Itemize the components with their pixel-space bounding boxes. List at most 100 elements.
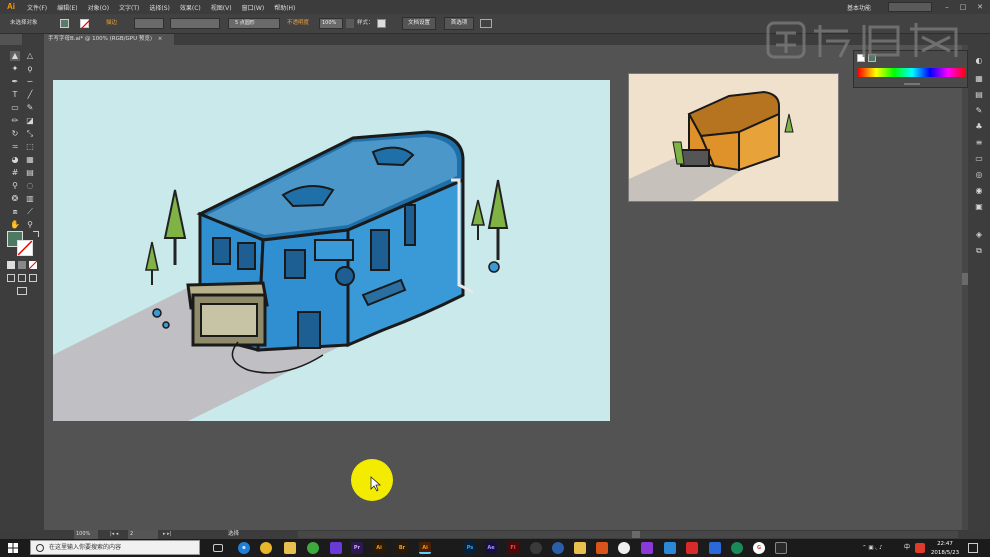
flash-app-icon[interactable]: Fl <box>507 542 519 554</box>
arrange-documents-icon[interactable] <box>480 19 492 28</box>
rotate-tool-icon[interactable]: ↻ <box>10 129 20 139</box>
lasso-tool-icon[interactable]: ϙ <box>25 64 35 74</box>
horizontal-scrollbar-thumb[interactable] <box>632 531 640 538</box>
gradient-panel-icon[interactable]: ▭ <box>974 154 984 164</box>
rectangle-tool-icon[interactable]: ▭ <box>10 103 20 113</box>
minimize-button[interactable]: – <box>942 2 952 12</box>
green-app-icon[interactable] <box>307 542 319 554</box>
image-app-icon[interactable] <box>664 542 676 554</box>
menu-view[interactable]: 视图(V) <box>206 3 237 12</box>
graph-tool-icon[interactable]: ▥ <box>25 194 35 204</box>
file-explorer-icon[interactable] <box>284 542 296 554</box>
purple-app-icon[interactable] <box>641 542 653 554</box>
color-guide-icon[interactable]: ▦ <box>974 74 984 84</box>
brush-definition-field[interactable]: 5 点圆形 <box>228 18 280 29</box>
curvature-tool-icon[interactable]: ∽ <box>25 77 35 87</box>
video-app-icon[interactable] <box>596 542 608 554</box>
stroke-swatch[interactable] <box>80 19 91 30</box>
symbols-icon[interactable]: ♣ <box>974 122 984 132</box>
edge-browser-icon[interactable]: e <box>238 542 250 554</box>
artboards-icon[interactable]: ⧉ <box>974 246 984 256</box>
blend-tool-icon[interactable]: ◌ <box>25 181 35 191</box>
draw-inside-icon[interactable] <box>29 274 37 282</box>
zoom-tool-icon[interactable]: ⚲ <box>25 220 35 230</box>
stroke-panel-icon[interactable]: ≡ <box>974 138 984 148</box>
stroke-color-box[interactable] <box>17 240 33 256</box>
task-view-icon[interactable] <box>213 544 223 552</box>
system-tray-icons[interactable]: ⌃ ▣ ◟ ♪ <box>862 544 902 553</box>
close-button[interactable]: ✕ <box>975 2 985 12</box>
google-app-icon[interactable]: G <box>753 542 765 554</box>
gradient-mode-icon[interactable] <box>18 261 26 269</box>
zoom-field[interactable]: 100% <box>74 530 98 539</box>
perspective-grid-tool-icon[interactable]: ▦ <box>25 155 35 165</box>
stroke-weight-field[interactable] <box>134 18 164 29</box>
scale-tool-icon[interactable]: ⤡ <box>25 129 35 139</box>
symbol-sprayer-tool-icon[interactable]: ❂ <box>10 194 20 204</box>
media-player-icon[interactable] <box>330 542 342 554</box>
line-tool-icon[interactable]: ╱ <box>25 90 35 100</box>
input-method-indicator[interactable]: 中 <box>904 539 910 557</box>
brushes-icon[interactable]: ✎ <box>974 106 984 116</box>
after-effects-app-icon[interactable]: Ae <box>485 542 497 554</box>
transparency-icon[interactable]: ◎ <box>974 170 984 180</box>
magic-wand-tool-icon[interactable]: ✦ <box>10 64 20 74</box>
mail-app-icon[interactable] <box>731 542 743 554</box>
artboard[interactable] <box>53 80 610 421</box>
document-tab[interactable]: 手写字母B.ai* @ 100% (RGB/GPU 预览) × <box>44 34 174 45</box>
artboard-navigation-next[interactable]: ▸ ▸| <box>163 531 177 538</box>
globe-app-icon[interactable] <box>552 542 564 554</box>
layers-icon[interactable]: ◈ <box>974 230 984 240</box>
menu-edit[interactable]: 编辑(E) <box>52 3 82 12</box>
appearance-icon[interactable]: ◉ <box>974 186 984 196</box>
illustrator-active-app-icon[interactable]: Ai <box>419 542 431 554</box>
menu-type[interactable]: 文字(T) <box>114 3 144 12</box>
menu-window[interactable]: 窗口(W) <box>237 3 270 12</box>
hand-tool-icon[interactable]: ✋ <box>10 220 20 230</box>
mesh-tool-icon[interactable]: # <box>10 168 20 178</box>
shape-builder-tool-icon[interactable]: ◕ <box>10 155 20 165</box>
horizontal-scrollbar[interactable] <box>298 531 958 538</box>
menu-help[interactable]: 帮助(H) <box>269 3 300 12</box>
gradient-tool-icon[interactable]: ▤ <box>25 168 35 178</box>
premiere-app-icon[interactable]: Pr <box>351 542 363 554</box>
fill-swatch[interactable] <box>60 19 69 28</box>
menu-object[interactable]: 对象(O) <box>83 3 114 12</box>
artboard-number-field[interactable]: 2 <box>128 530 158 539</box>
eraser-tool-icon[interactable]: ◪ <box>25 116 35 126</box>
color-mode-icon[interactable] <box>7 261 15 269</box>
paintbrush-tool-icon[interactable]: ✎ <box>25 103 35 113</box>
settings-app-icon[interactable] <box>530 542 542 554</box>
free-transform-tool-icon[interactable]: ⬚ <box>25 142 35 152</box>
pen-tool-icon[interactable]: ✒ <box>10 77 20 87</box>
photoshop-app-icon[interactable]: Ps <box>464 542 476 554</box>
document-setup-button[interactable]: 文档设置 <box>402 17 436 30</box>
sogou-ime-icon[interactable] <box>915 543 925 553</box>
preferences-button[interactable]: 首选项 <box>444 17 474 30</box>
camera-app-icon[interactable] <box>775 542 787 554</box>
reference-image[interactable] <box>628 73 839 202</box>
windows-start-icon[interactable] <box>8 543 18 553</box>
screen-mode-icon[interactable] <box>17 287 27 295</box>
workspace-switcher[interactable]: 基本功能 <box>842 3 876 12</box>
notification-center-icon[interactable] <box>968 543 978 553</box>
menu-select[interactable]: 选择(S) <box>144 3 175 12</box>
qq-app-icon[interactable] <box>618 542 630 554</box>
music-app-icon[interactable] <box>686 542 698 554</box>
color-spectrum[interactable] <box>858 68 966 77</box>
artboard-navigation-prev[interactable]: |◂ ◂ <box>110 531 124 538</box>
artboard-tool-icon[interactable]: ⧈ <box>10 207 20 217</box>
style-swatch[interactable] <box>377 19 386 28</box>
illustrator-taskbar-app-icon[interactable]: Ai <box>373 542 385 554</box>
variable-width-field[interactable] <box>170 18 220 29</box>
eyedropper-tool-icon[interactable]: ⚲ <box>10 181 20 191</box>
menu-effect[interactable]: 效果(C) <box>175 3 206 12</box>
pencil-tool-icon[interactable]: ✏ <box>10 116 20 126</box>
graphic-styles-icon[interactable]: ▣ <box>974 202 984 212</box>
store-app-icon[interactable] <box>709 542 721 554</box>
opacity-dropdown-arrow[interactable] <box>346 19 354 28</box>
bridge-app-icon[interactable]: Br <box>396 542 408 554</box>
stock-search-input[interactable] <box>888 2 932 12</box>
opacity-field[interactable]: 100% <box>319 18 343 29</box>
width-tool-icon[interactable]: ≍ <box>10 142 20 152</box>
